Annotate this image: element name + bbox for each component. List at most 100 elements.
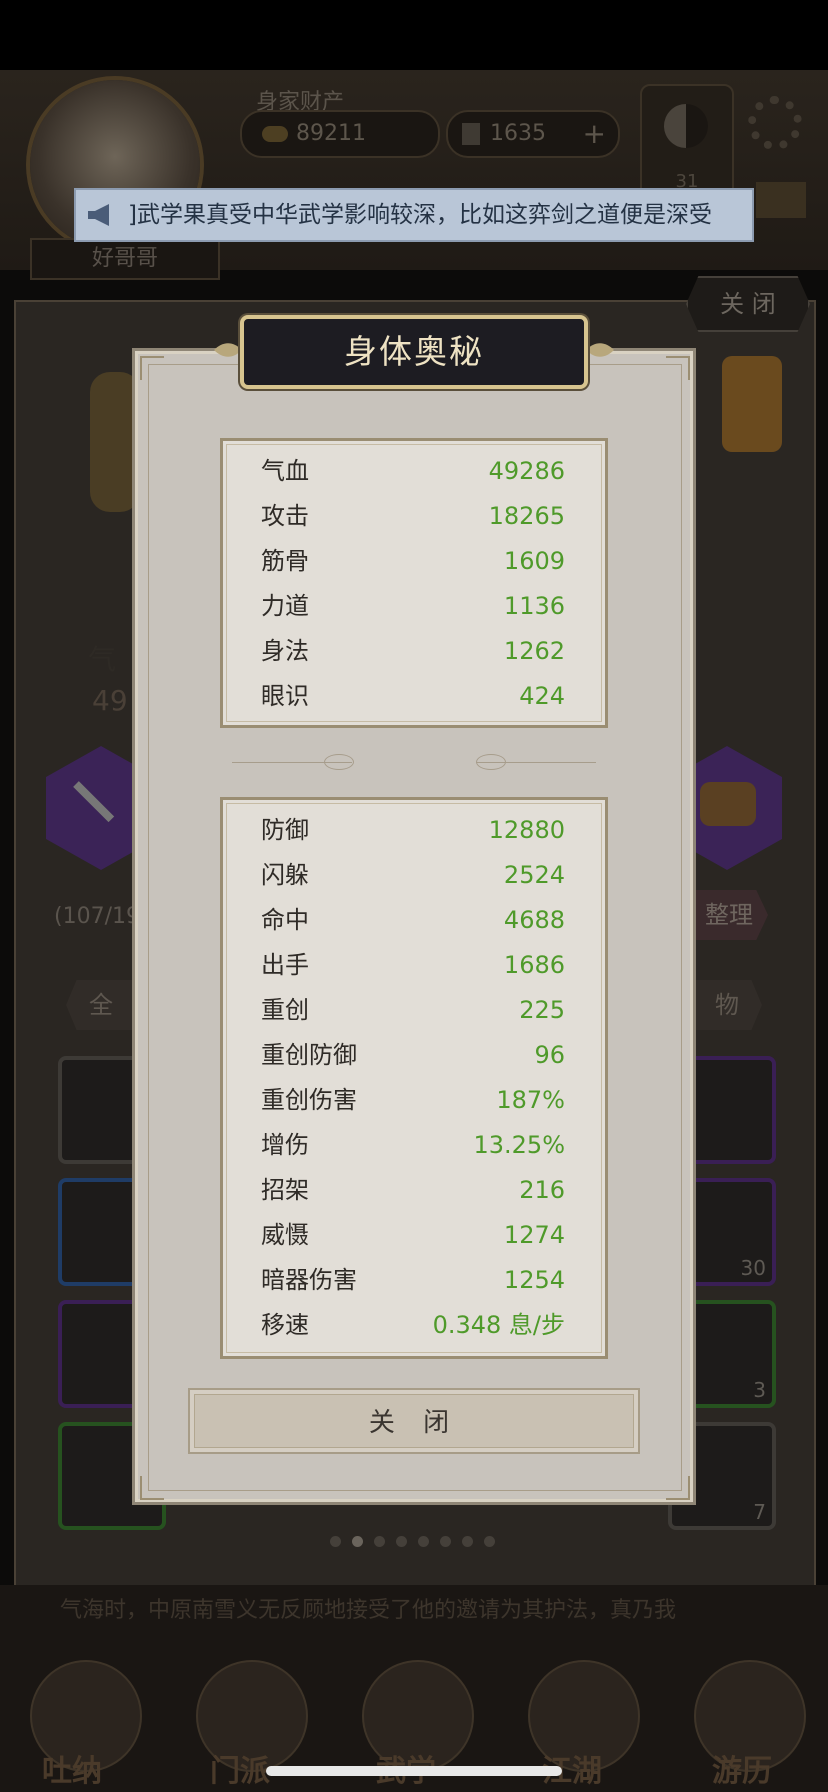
stat-row: 筋骨 1609 <box>261 539 565 584</box>
megaphone-icon <box>88 204 109 226</box>
stat-row: 重创 225 <box>261 988 565 1033</box>
home-indicator[interactable] <box>266 1766 562 1776</box>
stat-row: 暗器伤害 1254 <box>261 1258 565 1303</box>
bag-capacity: (107/19 <box>54 904 140 929</box>
coin-icon <box>262 126 288 142</box>
stat-value: 1609 <box>503 547 565 575</box>
stat-row: 招架 216 <box>261 1168 565 1213</box>
stat-row: 威慑 1274 <box>261 1213 565 1258</box>
hp-label-preview: 气 <box>88 643 117 676</box>
stat-name: 防御 <box>261 816 309 844</box>
stat-value: 1274 <box>503 1221 565 1249</box>
secondary-stats-box: 防御 12880 闪躲 2524 命中 4688 出手 1686 重创 225 重创防御 96 重创伤害… <box>220 797 608 1359</box>
stat-row: 命中 4688 <box>261 898 565 943</box>
stat-value: 424 <box>519 682 565 710</box>
settings-gear-icon[interactable] <box>748 96 802 150</box>
filter-all-tab[interactable]: 全 <box>66 980 136 1030</box>
nav-label-travel: 游历 <box>712 1754 772 1789</box>
stat-value: 12880 <box>488 816 565 844</box>
corner-ornament-icon <box>666 356 690 380</box>
lantern-ornament-icon <box>722 356 782 452</box>
ingot-icon <box>462 123 480 145</box>
stat-value: 96 <box>534 1041 565 1069</box>
stat-row: 力道 1136 <box>261 584 565 629</box>
story-text: 气海时，中原南雪义无反顾地接受了他的邀请为其护法，真乃我 <box>60 1598 677 1623</box>
stat-value: 13.25% <box>473 1131 565 1159</box>
page-dot[interactable] <box>418 1536 429 1547</box>
stat-value: 4688 <box>503 906 565 934</box>
stat-value: 0.348 息/步 <box>432 1311 565 1339</box>
stat-row: 移速 0.348 息/步 <box>261 1303 565 1348</box>
stat-value: 216 <box>519 1176 565 1204</box>
corner-ornament-icon <box>140 1476 164 1500</box>
announcement-marquee: ]武学果真受中华武学影响较深，比如这弈剑之道便是深受 <box>74 188 754 242</box>
primary-stats-box: 气血 49286 攻击 18265 筋骨 1609 力道 1136 身法 1262 眼识 424 <box>220 438 608 728</box>
stat-row: 攻击 18265 <box>261 494 565 539</box>
stat-row: 出手 1686 <box>261 943 565 988</box>
hp-value-preview: 49 <box>92 684 128 717</box>
mail-icon[interactable] <box>756 182 806 218</box>
yinyang-icon <box>664 104 708 148</box>
nav-label-sect: 门派 <box>210 1754 270 1789</box>
page-dot[interactable] <box>462 1536 473 1547</box>
title-wing-left-icon <box>214 343 242 357</box>
stat-name: 力道 <box>261 592 309 620</box>
page-dot[interactable] <box>484 1536 495 1547</box>
status-bar <box>0 0 828 70</box>
page-dot[interactable] <box>330 1536 341 1547</box>
dialog-title: 身体奥秘 <box>344 332 484 371</box>
horse-icon <box>700 782 756 826</box>
stat-row: 重创防御 96 <box>261 1033 565 1078</box>
stat-name: 暗器伤害 <box>261 1266 357 1294</box>
filter-items-tab[interactable]: 物 <box>692 980 762 1030</box>
stat-row: 增伤 13.25% <box>261 1123 565 1168</box>
stat-value: 49286 <box>488 457 565 485</box>
stat-name: 增伤 <box>261 1131 309 1159</box>
sword-icon <box>73 781 115 823</box>
page-dot[interactable] <box>374 1536 385 1547</box>
stat-row: 防御 12880 <box>261 808 565 853</box>
stat-value: 187% <box>496 1086 565 1114</box>
stat-value: 225 <box>519 996 565 1024</box>
stat-value: 1254 <box>503 1266 565 1294</box>
stat-name: 重创伤害 <box>261 1086 357 1114</box>
sort-button[interactable]: 整理 <box>690 890 768 940</box>
announcement-text: ]武学果真受中华武学影响较深，比如这弈剑之道便是深受 <box>128 202 712 228</box>
background-close-button[interactable]: 关 闭 <box>686 276 810 332</box>
corner-ornament-icon <box>666 1476 690 1500</box>
corner-ornament-icon <box>140 356 164 380</box>
stat-value: 1136 <box>503 592 565 620</box>
stat-name: 身法 <box>261 637 309 665</box>
stat-name: 攻击 <box>261 502 309 530</box>
page-dot-active[interactable] <box>352 1536 363 1547</box>
stat-row: 重创伤害 187% <box>261 1078 565 1123</box>
stat-name: 招架 <box>261 1176 309 1204</box>
divider-scroll-right-icon <box>476 754 506 770</box>
add-currency-icon[interactable]: + <box>583 112 606 156</box>
stat-name: 重创防御 <box>261 1041 357 1069</box>
stat-name: 闪躲 <box>261 861 309 889</box>
yinyang-button[interactable]: 31 <box>640 84 734 198</box>
dialog-title-plaque: 身体奥秘 <box>240 315 588 389</box>
title-wing-right-icon <box>586 343 614 357</box>
page-dot[interactable] <box>440 1536 451 1547</box>
stat-value: 18265 <box>488 502 565 530</box>
ingot-balance: 1635 + <box>446 110 620 158</box>
page-dot[interactable] <box>396 1536 407 1547</box>
divider-scroll-left-icon <box>324 754 354 770</box>
stat-name: 重创 <box>261 996 309 1024</box>
stat-name: 命中 <box>261 906 309 934</box>
stat-row: 气血 49286 <box>261 449 565 494</box>
stat-value: 2524 <box>503 861 565 889</box>
close-button-label: 关 闭 <box>194 1394 634 1448</box>
stat-value: 1686 <box>503 951 565 979</box>
stat-name: 出手 <box>261 951 309 979</box>
stat-row: 身法 1262 <box>261 629 565 674</box>
stat-name: 眼识 <box>261 682 309 710</box>
stat-value: 1262 <box>503 637 565 665</box>
stat-row: 闪躲 2524 <box>261 853 565 898</box>
coin-balance: 89211 <box>240 110 440 158</box>
stat-name: 威慑 <box>261 1221 309 1249</box>
close-button[interactable]: 关 闭 <box>188 1388 640 1454</box>
stat-row: 眼识 424 <box>261 674 565 719</box>
